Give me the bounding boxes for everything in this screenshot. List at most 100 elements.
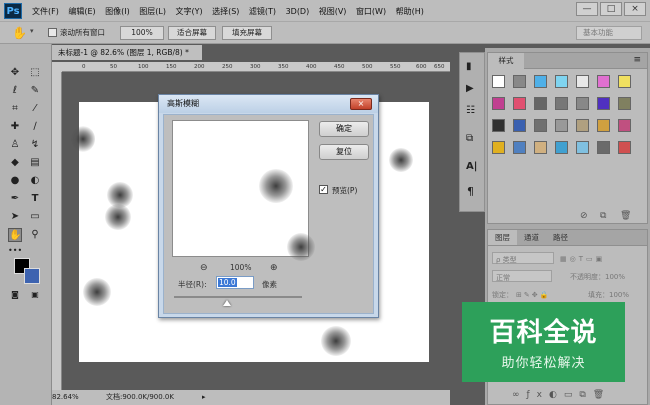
background-color-swatch[interactable] [24,268,40,284]
tab-styles[interactable]: 样式 [488,53,524,69]
style-swatch[interactable] [555,97,568,110]
tab-layers[interactable]: 图层 [488,230,517,245]
actions-panel-icon[interactable]: ▶ [466,83,474,94]
history-brush-tool-icon[interactable]: ↯ [28,138,42,152]
zoom-tool-icon[interactable]: ⚲ [28,228,42,242]
style-swatch[interactable] [534,75,547,88]
delete-style-icon[interactable]: 🗑 [620,211,631,221]
reset-button[interactable]: 复位 [319,144,369,160]
menu-view[interactable]: 视图(V) [319,6,347,17]
clear-style-icon[interactable]: ⊘ [580,211,588,221]
scroll-all-checkbox[interactable] [48,28,57,37]
history-panel-icon[interactable]: ▮ [466,61,472,72]
style-swatch[interactable] [597,97,610,110]
edit-toolbar-icon[interactable]: ••• [8,244,22,258]
marquee-tool-icon[interactable]: ⬚ [28,66,42,80]
screen-mode-icon[interactable]: ▣ [28,288,42,302]
ok-button[interactable]: 确定 [319,121,369,137]
lasso-tool-icon[interactable]: ℓ [8,84,22,98]
menu-filter[interactable]: 滤镜(T) [249,6,276,17]
style-swatch[interactable] [618,119,631,132]
style-swatch[interactable] [618,97,631,110]
style-swatch[interactable] [534,119,547,132]
style-swatch[interactable] [492,119,505,132]
dialog-titlebar[interactable]: 高斯模糊 × [159,95,378,113]
fit-screen-button[interactable]: 适合屏幕 [168,26,216,40]
menu-3d[interactable]: 3D(D) [286,7,310,16]
character-panel-icon[interactable]: A| [466,161,477,172]
style-swatch[interactable] [513,141,526,154]
blend-mode-select[interactable]: 正常 [492,270,552,282]
crop-tool-icon[interactable]: ⌗ [8,102,22,116]
rectangle-tool-icon[interactable]: ▭ [28,210,42,224]
hand-tool-icon[interactable]: ✋ [12,25,27,41]
radius-slider-track[interactable] [174,296,302,298]
type-tool-icon[interactable]: T [28,192,42,206]
panel-menu-icon[interactable]: ≡ [633,55,641,65]
style-swatch[interactable] [555,119,568,132]
close-window-button[interactable]: × [624,2,646,16]
fill-field[interactable]: 填充：100% [588,288,644,302]
layer-action-icons[interactable]: ∞ƒx◐▭⧉🗑 [512,390,611,400]
style-swatch[interactable] [618,75,631,88]
dodge-tool-icon[interactable]: ◐ [28,174,42,188]
style-swatch[interactable] [534,141,547,154]
menu-image[interactable]: 图像(I) [105,6,130,17]
style-swatch[interactable] [597,119,610,132]
style-swatch[interactable] [576,119,589,132]
style-swatch[interactable] [534,97,547,110]
layer-filter-icons[interactable]: ▦◎T▭▣ [560,252,640,266]
blur-tool-icon[interactable]: ● [8,174,22,188]
eyedropper-tool-icon[interactable]: ⁄ [28,102,42,116]
menu-file[interactable]: 文件(F) [32,6,59,17]
menu-select[interactable]: 选择(S) [212,6,239,17]
quick-mask-icon[interactable]: ◙ [8,288,22,302]
tool-preset-dropdown-icon[interactable]: ▾ [30,27,34,35]
style-swatch[interactable] [576,97,589,110]
workspace-select[interactable]: 基本功能 [576,26,642,40]
document-tab[interactable]: 未标题-1 @ 82.6% (图层 1, RGB/8) * [52,45,202,60]
status-zoom[interactable]: 82.64% [52,390,79,405]
tab-channels[interactable]: 通道 [517,230,546,245]
clone-source-panel-icon[interactable]: ⧉ [466,133,473,144]
style-swatch[interactable] [597,141,610,154]
eraser-tool-icon[interactable]: ◆ [8,156,22,170]
style-swatch[interactable] [597,75,610,88]
maximize-button[interactable]: □ [600,2,622,16]
style-swatch[interactable] [492,141,505,154]
opacity-field[interactable]: 不透明度：100% [570,270,645,284]
status-menu-arrow-icon[interactable]: ▸ [202,390,206,405]
menu-edit[interactable]: 编辑(E) [68,6,95,17]
properties-panel-icon[interactable]: ☷ [466,105,475,116]
lock-icons[interactable]: ⊞✎✥🔒 [516,288,576,302]
filter-preview[interactable] [172,120,315,261]
style-swatch[interactable] [513,75,526,88]
menu-type[interactable]: 文字(Y) [175,6,202,17]
style-swatch[interactable] [492,75,505,88]
style-swatch[interactable] [555,141,568,154]
brush-tool-icon[interactable]: ∕ [28,120,42,134]
quick-select-tool-icon[interactable]: ✎ [28,84,42,98]
menu-layer[interactable]: 图层(L) [139,6,166,17]
path-select-tool-icon[interactable]: ➤ [8,210,22,224]
zoom-in-icon[interactable]: ⊕ [270,261,278,275]
fill-screen-button[interactable]: 填充屏幕 [222,26,272,40]
dialog-close-button[interactable]: × [350,98,372,110]
style-swatch[interactable] [513,119,526,132]
style-swatch[interactable] [618,141,631,154]
style-swatch[interactable] [576,141,589,154]
paragraph-panel-icon[interactable]: ¶ [467,185,474,198]
minimize-button[interactable]: — [576,2,598,16]
gradient-tool-icon[interactable]: ▤ [28,156,42,170]
move-tool-icon[interactable]: ✥ [8,66,22,80]
healing-brush-tool-icon[interactable]: ✚ [8,120,22,134]
style-swatch[interactable] [576,75,589,88]
tab-paths[interactable]: 路径 [546,230,575,245]
layer-filter-select[interactable]: ρ 类型 [492,252,554,264]
pen-tool-icon[interactable]: ✒ [8,192,22,206]
zoom-out-icon[interactable]: ⊖ [200,261,208,275]
zoom-100-button[interactable]: 100% [120,26,164,40]
menu-help[interactable]: 帮助(H) [396,6,424,17]
radius-slider-thumb[interactable] [223,300,231,306]
menu-window[interactable]: 窗口(W) [356,6,386,17]
